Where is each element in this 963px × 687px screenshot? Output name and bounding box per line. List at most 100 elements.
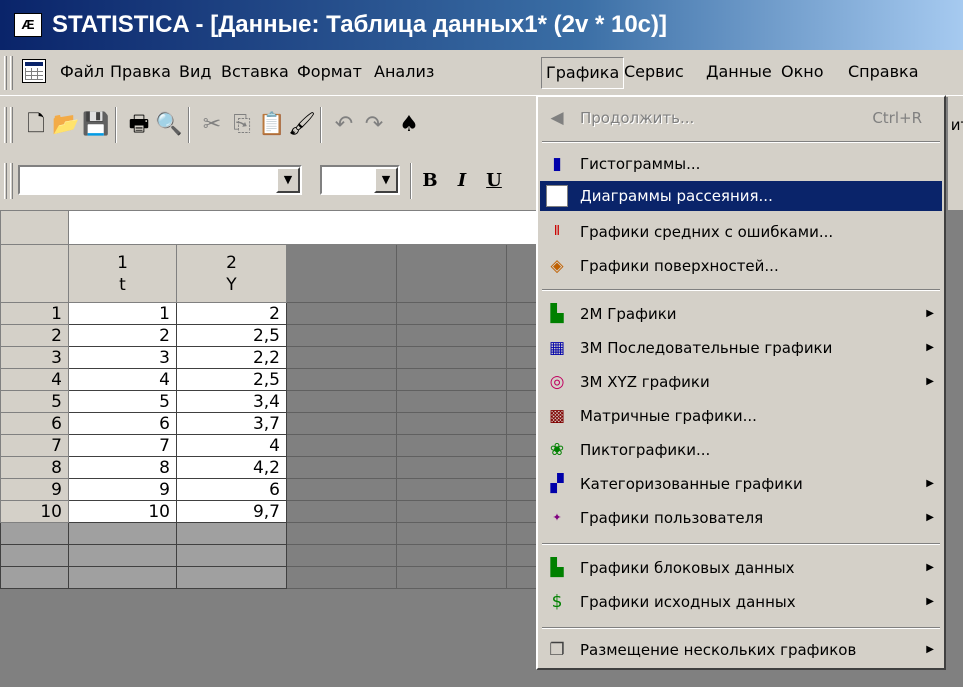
menu-item-input-data[interactable]: $ Графики исходных данных ▶	[540, 587, 942, 617]
statistica-app-icon[interactable]: Æ	[14, 13, 42, 37]
menu-item-2d-graphs[interactable]: ▙ 2М Графики ▶	[540, 299, 942, 329]
italic-button[interactable]: I	[450, 169, 474, 193]
cell-y[interactable]: 6	[176, 478, 287, 501]
menu-item-label: Продолжить...	[580, 109, 695, 127]
menu-window[interactable]: Окно	[777, 57, 828, 89]
menu-insert[interactable]: Вставка	[217, 57, 293, 89]
document-icon[interactable]	[22, 59, 46, 83]
toolbar-grip[interactable]	[10, 107, 13, 143]
menu-item-block-data[interactable]: ▙ Графики блоковых данных ▶	[540, 553, 942, 583]
font-name-combo[interactable]: ▼	[18, 165, 302, 195]
menu-item-scatterplots[interactable]: Диаграммы рассеяния...	[540, 181, 942, 211]
print-preview-icon[interactable]: 🔍	[155, 111, 183, 139]
submenu-arrow-icon: ▶	[926, 596, 934, 607]
chevron-down-icon[interactable]: ▼	[276, 167, 300, 193]
menu-tools[interactable]: Сервис	[620, 57, 688, 89]
menu-item-3d-sequential[interactable]: ▦ 3М Последовательные графики ▶	[540, 333, 942, 363]
print-icon[interactable]: 🖶	[125, 111, 153, 139]
row-header[interactable]: 9	[0, 478, 69, 501]
row-header[interactable]: 7	[0, 434, 69, 457]
cell-y[interactable]: 2	[176, 302, 287, 325]
corner-cell[interactable]	[0, 244, 69, 303]
toolbar-grip[interactable]	[10, 163, 13, 199]
row-header[interactable]: 1	[0, 302, 69, 325]
row-header[interactable]: 8	[0, 456, 69, 479]
empty-cell	[286, 412, 397, 435]
row-header[interactable]: 6	[0, 412, 69, 435]
menu-edit[interactable]: Правка	[106, 57, 175, 89]
paste-icon[interactable]: 📋	[258, 111, 286, 139]
cell-t[interactable]: 8	[68, 456, 177, 479]
menu-separator	[542, 543, 940, 545]
menu-item-icon-plots[interactable]: ❀ Пиктографики...	[540, 435, 942, 465]
menu-item-3d-xyz[interactable]: ◎ 3М XYZ графики ▶	[540, 367, 942, 397]
cell-y[interactable]: 3,7	[176, 412, 287, 435]
row-header[interactable]: 3	[0, 346, 69, 369]
copy-icon[interactable]: ⎘	[228, 111, 256, 139]
chevron-down-icon[interactable]: ▼	[374, 167, 398, 193]
row-header[interactable]: 4	[0, 368, 69, 391]
menu-item-means-errors[interactable]: Ⅱ Графики средних с ошибками...	[540, 217, 942, 247]
underline-button[interactable]: U	[482, 169, 506, 193]
menubar-grip[interactable]	[4, 56, 7, 90]
menu-item-user-graphs[interactable]: ✦ Графики пользователя ▶	[540, 503, 942, 533]
empty-cell	[286, 566, 397, 589]
column-header-t[interactable]: 1t	[68, 244, 177, 303]
cut-icon[interactable]: ✂	[198, 111, 226, 139]
toolbar-separator	[115, 107, 117, 143]
menu-view[interactable]: Вид	[175, 57, 215, 89]
menu-format[interactable]: Формат	[293, 57, 366, 89]
cell-y[interactable]: 2,5	[176, 368, 287, 391]
undo-icon[interactable]: ↶	[330, 111, 358, 139]
cell-y[interactable]: 9,7	[176, 500, 287, 523]
menu-item-continue[interactable]: ◀ Продолжить... Ctrl+R	[540, 103, 942, 133]
corner-cell[interactable]	[0, 210, 69, 245]
menu-bar: Файл Правка Вид Вставка Формат Анализ Гр…	[0, 50, 963, 96]
menu-file[interactable]: Файл	[56, 57, 108, 89]
column-header-y[interactable]: 2Y	[176, 244, 287, 303]
menu-item-histograms[interactable]: ▮ Гистограммы...	[540, 149, 942, 179]
font-size-combo[interactable]: ▼	[320, 165, 400, 195]
cell-t[interactable]: 10	[68, 500, 177, 523]
cell-y[interactable]: 3,4	[176, 390, 287, 413]
row-header[interactable]: 10	[0, 500, 69, 523]
cell-t[interactable]: 9	[68, 478, 177, 501]
empty-cell	[396, 412, 507, 435]
open-folder-icon[interactable]: 📂	[52, 111, 80, 139]
menubar-grip[interactable]	[10, 56, 13, 90]
cell-t[interactable]: 6	[68, 412, 177, 435]
tool-icon[interactable]: ♠	[395, 111, 423, 139]
new-file-icon[interactable]: 🗋	[22, 111, 50, 139]
menu-item-surfaces[interactable]: ◈ Графики поверхностей...	[540, 251, 942, 281]
menu-data[interactable]: Данные	[702, 57, 776, 89]
cell-t[interactable]: 2	[68, 324, 177, 347]
cell-y[interactable]: 2,5	[176, 324, 287, 347]
cell-t[interactable]: 7	[68, 434, 177, 457]
categorized-plot-icon: ▞	[550, 474, 564, 494]
row-header[interactable]: 5	[0, 390, 69, 413]
row-header[interactable]: 2	[0, 324, 69, 347]
redo-icon[interactable]: ↷	[360, 111, 388, 139]
toolbar-grip[interactable]	[4, 107, 7, 143]
menu-item-categorized[interactable]: ▞ Категоризованные графики ▶	[540, 469, 942, 499]
menu-help[interactable]: Справка	[844, 57, 923, 89]
cell-y[interactable]: 2,2	[176, 346, 287, 369]
cell-y[interactable]: 4,2	[176, 456, 287, 479]
cell-t[interactable]: 1	[68, 302, 177, 325]
menu-item-multiple-graphs[interactable]: ❐ Размещение нескольких графиков ▶	[540, 635, 942, 665]
menu-analysis[interactable]: Анализ	[370, 57, 438, 89]
cell-t[interactable]: 3	[68, 346, 177, 369]
format-painter-icon[interactable]: 🖌	[288, 111, 316, 139]
submenu-arrow-icon: ▶	[926, 562, 934, 573]
menu-graphics[interactable]: Графика	[541, 57, 625, 89]
toolbar-overflow-icon[interactable]: ит	[946, 111, 963, 139]
save-icon[interactable]: 💾	[82, 111, 110, 139]
cell-y[interactable]: 4	[176, 434, 287, 457]
bold-button[interactable]: B	[418, 169, 442, 193]
toolbar-grip[interactable]	[4, 163, 7, 199]
cell-t[interactable]: 4	[68, 368, 177, 391]
menu-item-matrix[interactable]: ▩ Матричные графики...	[540, 401, 942, 431]
empty-cell	[396, 346, 507, 369]
toolbar-separator	[320, 107, 322, 143]
cell-t[interactable]: 5	[68, 390, 177, 413]
